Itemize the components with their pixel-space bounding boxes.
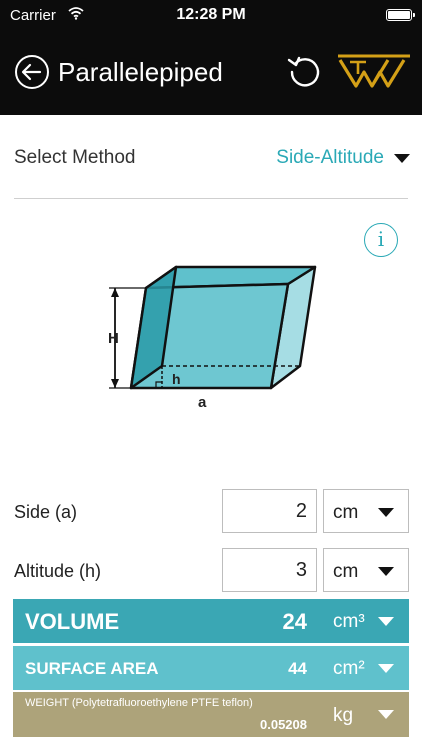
side-unit-dropdown[interactable]: cm — [323, 489, 409, 533]
surface-area-label: SURFACE AREA — [25, 659, 159, 678]
height-label: H — [108, 330, 119, 347]
divider — [14, 198, 408, 199]
battery-icon — [386, 9, 415, 21]
chevron-down-icon[interactable] — [394, 153, 410, 163]
chevron-down-icon[interactable] — [378, 710, 394, 719]
surface-area-unit[interactable]: cm² — [333, 658, 365, 680]
volume-value: 24 — [282, 609, 307, 634]
side-input[interactable] — [222, 489, 317, 533]
surface-area-value: 44 — [288, 659, 307, 678]
reset-icon[interactable] — [286, 52, 324, 90]
brand-logo-icon[interactable] — [336, 52, 412, 90]
weight-label: WEIGHT (Polytetrafluoroethylene PTFE tef… — [25, 697, 253, 709]
volume-label: VOLUME — [25, 609, 120, 634]
chevron-down-icon[interactable] — [378, 617, 394, 626]
method-dropdown[interactable]: Side-Altitude — [276, 145, 410, 171]
altitude-unit-dropdown[interactable]: cm — [323, 548, 409, 592]
side-unit-value[interactable]: cm — [333, 502, 358, 524]
volume-unit[interactable]: cm³ — [333, 611, 365, 633]
weight-unit[interactable]: kg — [333, 705, 353, 727]
page-title: Parallelepiped — [58, 57, 223, 87]
volume-result: VOLUME 24 cm³ — [13, 599, 409, 643]
chevron-down-icon[interactable] — [378, 664, 394, 673]
side-label-text: Side (a) — [14, 502, 78, 522]
method-label: Select Method — [14, 147, 136, 168]
altitude-input[interactable] — [222, 548, 317, 592]
altitude-input-row: Altitude (h) cm — [0, 548, 422, 594]
status-bar: Carrier 12:28 PM — [0, 0, 422, 30]
altitude-label-text: Altitude (h) — [14, 561, 102, 581]
weight-result[interactable]: WEIGHT (Polytetrafluoroethylene PTFE tef… — [13, 692, 409, 737]
info-icon[interactable]: i — [364, 223, 398, 257]
weight-value: 0.05208 — [260, 717, 307, 732]
parallelepiped-diagram: H h a — [100, 258, 330, 418]
status-time: 12:28 PM — [176, 6, 246, 23]
back-arrow-circle-icon[interactable] — [14, 54, 50, 90]
method-selector-row: Select Method Side-Altitude — [0, 130, 422, 186]
method-value[interactable]: Side-Altitude — [276, 147, 384, 169]
surface-area-result: SURFACE AREA 44 cm² — [13, 646, 409, 690]
chevron-down-icon[interactable] — [378, 567, 394, 576]
chevron-down-icon[interactable] — [378, 508, 394, 517]
app-header: Carrier 12:28 PM Parallelepiped — [0, 0, 422, 115]
side-label: a — [198, 394, 207, 411]
altitude-label: h — [172, 371, 181, 387]
nav-bar: Parallelepiped — [0, 30, 422, 115]
altitude-unit-value[interactable]: cm — [333, 561, 358, 583]
side-input-row: Side (a) cm — [0, 489, 422, 535]
